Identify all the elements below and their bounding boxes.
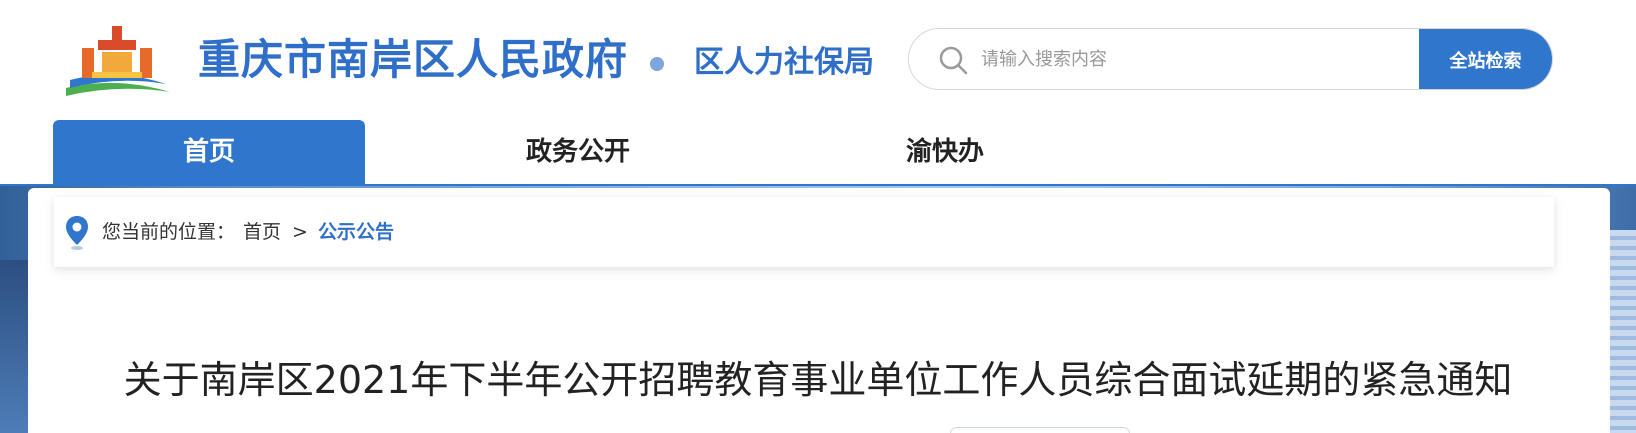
article-title: 关于南岸区2021年下半年公开招聘教育事业单位工作人员综合面试延期的紧急通知 bbox=[123, 358, 1513, 402]
nav-item-yukuaiban[interactable]: 渝快办 bbox=[870, 120, 1020, 184]
main-nav: 首页 政务公开 渝快办 bbox=[0, 120, 1636, 186]
location-pin-icon bbox=[66, 216, 88, 250]
breadcrumb-current[interactable]: 公示公告 bbox=[318, 220, 394, 244]
department-title[interactable]: 区人力社保局 bbox=[694, 40, 874, 86]
search-icon bbox=[939, 46, 968, 75]
search-box: 全站检索 bbox=[908, 28, 1553, 90]
site-title[interactable]: 重庆市南岸区人民政府 bbox=[198, 30, 628, 90]
breadcrumb-prefix: 您当前的位置： bbox=[102, 221, 236, 243]
breadcrumb-separator: > bbox=[292, 221, 308, 243]
title-separator-dot bbox=[650, 57, 664, 71]
header: 重庆市南岸区人民政府 区人力社保局 全站检索 bbox=[0, 0, 1636, 120]
breadcrumb-home-link[interactable]: 首页 bbox=[243, 220, 281, 244]
breadcrumb: 您当前的位置： 首页 > 公示公告 bbox=[54, 197, 1554, 267]
nav-item-government-affairs[interactable]: 政务公开 bbox=[490, 120, 666, 184]
nav-item-home[interactable]: 首页 bbox=[53, 120, 365, 184]
search-input[interactable] bbox=[981, 29, 1321, 89]
article-meta-pill bbox=[950, 427, 1130, 433]
site-search-button[interactable]: 全站检索 bbox=[1419, 29, 1552, 89]
government-emblem-logo[interactable] bbox=[62, 18, 172, 100]
